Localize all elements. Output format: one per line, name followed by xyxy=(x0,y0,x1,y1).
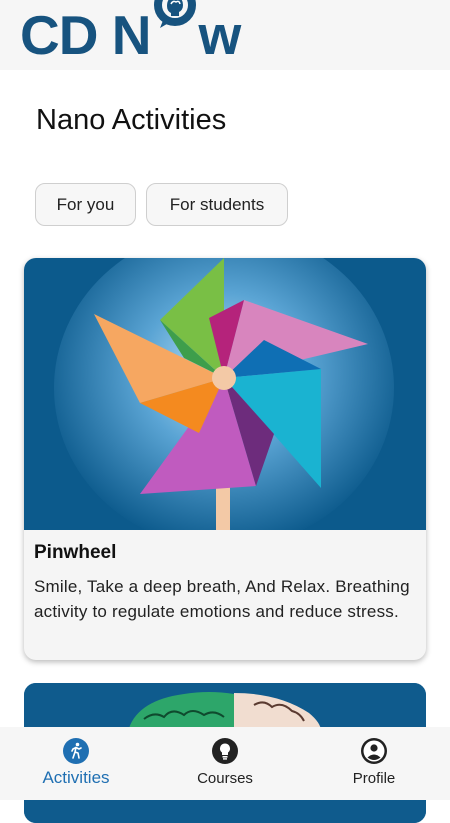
nav-item-courses[interactable]: Courses xyxy=(185,727,265,800)
nav-label-profile: Profile xyxy=(352,770,396,787)
app-header: CD N w xyxy=(0,0,450,70)
filter-chip-for-students[interactable]: For students xyxy=(146,183,288,226)
nav-item-activities[interactable]: Activities xyxy=(34,727,118,800)
running-person-icon xyxy=(63,738,89,764)
page-title: Nano Activities xyxy=(36,104,227,136)
bottom-navigation: Activities Courses Profile xyxy=(0,727,450,800)
app-logo: CD N w xyxy=(20,0,241,68)
nav-label-activities: Activities xyxy=(42,768,110,787)
nav-label-courses: Courses xyxy=(197,770,253,787)
card-description: Smile, Take a deep breath, And Relax. Br… xyxy=(34,577,410,621)
lightbulb-icon xyxy=(212,738,238,764)
filter-chip-for-you[interactable]: For you xyxy=(35,183,136,226)
account-circle-icon xyxy=(361,738,387,764)
brain-head-logo-icon xyxy=(150,0,198,54)
pinwheel-image xyxy=(24,258,426,530)
activity-card[interactable]: Pinwheel Smile, Take a deep breath, And … xyxy=(24,258,426,660)
nav-item-profile[interactable]: Profile xyxy=(334,727,414,800)
card-title: Pinwheel xyxy=(34,542,117,563)
